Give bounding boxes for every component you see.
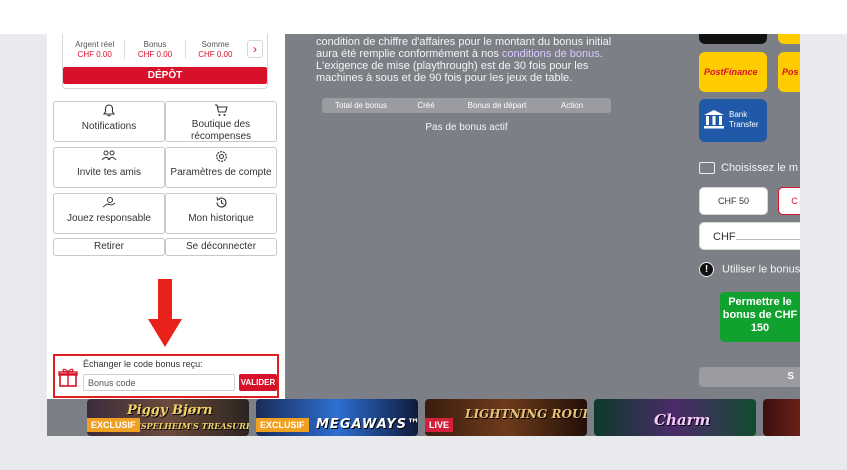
column-header: Total de bonus [334,101,388,110]
balance-label: Argent réel [75,40,115,49]
use-bonus-label: Utiliser le bonus [722,263,800,276]
cart-icon [166,104,276,118]
game-tile-piggy-bjorn[interactable]: Piggy Bjørn MUSPELHEIM'S TREASURE EXCLUS… [87,399,249,436]
info-exclamation-icon: ! [699,262,714,277]
bonus-conditions-link[interactable]: conditions de bonus [502,48,600,60]
postfinance-tile[interactable]: PostFinance [699,52,767,92]
game-title: MEGAWAYS™ [316,417,418,432]
column-header: Créé [417,101,435,110]
bonus-code-box: Échanger le code bonus reçu: VALIDER [53,354,279,398]
balance-value: CHF 0.00 [77,50,112,59]
choose-amount-heading: Choisissez le m [699,162,799,175]
game-tile-partial[interactable] [763,399,800,436]
custom-amount-input[interactable]: CHF [699,222,800,250]
input-underline [736,239,800,240]
balance-box: Argent réel CHF 0.00 Bonus CHF 0.00 Somm… [62,34,268,89]
tile-label: Paramètres de compte [170,167,272,178]
amount-option-50[interactable]: CHF 50 [699,187,768,215]
gift-icon [58,368,78,387]
bank-transfer-label: Bank Transfer [729,110,759,130]
bonus-code-label: Échanger le code bonus reçu: [83,359,203,369]
bonus-code-input[interactable] [83,374,235,391]
game-title: LIGHTNING ROULETTE [465,407,587,421]
account-menu-panel: Argent réel CHF 0.00 Bonus CHF 0.00 Somm… [47,34,285,399]
account-settings-button[interactable]: Paramètres de compte [165,147,277,188]
amount-option-selected[interactable]: C [778,187,800,215]
currency-label: CHF [713,231,736,243]
bonus-table-header: Total de bonus Créé Bonus de départ Acti… [322,98,611,113]
history-icon [166,196,276,210]
postfinance-logo-partial: Pos [782,67,799,77]
balance-bonus: Bonus CHF 0.00 [125,40,186,59]
bank-transfer-tile[interactable]: Bank Transfer [699,99,767,142]
game-subtitle: MUSPELHEIM'S TREASURE [125,421,249,431]
bank-icon [704,110,724,129]
bonus-conditions-text: condition de chiffre d'affaires pour le … [316,36,626,84]
notifications-button[interactable]: Notifications [53,101,165,142]
game-title: Piggy Bjørn [127,403,213,418]
game-title: Charm [654,411,711,429]
responsible-gaming-button[interactable]: Jouez responsable [53,193,165,234]
balance-real: Argent réel CHF 0.00 [65,40,126,59]
chevron-right-icon[interactable]: › [247,40,263,58]
allow-bonus-button[interactable]: Permettre le bonus de CHF 150 [720,292,800,342]
bank-label-line1: Bank [729,110,748,119]
bank-label-line2: Transfer [729,120,759,129]
payment-method-tile[interactable] [778,34,800,44]
payment-method-tile[interactable] [699,34,767,44]
balance-columns: Argent réel CHF 0.00 Bonus CHF 0.00 Somm… [65,40,245,59]
balance-label: Somme [201,40,230,49]
tile-label: Invite tes amis [77,167,141,178]
invite-friends-button[interactable]: Invite tes amis [53,147,165,188]
money-icon [699,162,715,175]
submit-deposit-button[interactable]: S [699,367,800,387]
balance-sum: Somme CHF 0.00 [186,40,245,59]
balance-label: Bonus [143,40,167,49]
red-arrow-down-icon [148,279,182,347]
friends-icon [54,150,164,164]
gear-icon [166,150,276,164]
my-history-button[interactable]: Mon historique [165,193,277,234]
column-header: Bonus de départ [467,101,527,110]
tile-label: Notifications [81,121,137,132]
use-bonus-row: ! Utiliser le bonus [699,262,800,277]
casino-account-page: Piggy Bjørn MUSPELHEIM'S TREASURE EXCLUS… [47,34,800,436]
deposit-button[interactable]: DÉPÔT [63,67,267,84]
balance-value: CHF 0.00 [198,50,233,59]
choose-amount-label: Choisissez le m [721,162,799,174]
games-strip: Piggy Bjørn MUSPELHEIM'S TREASURE EXCLUS… [87,399,800,436]
logout-button[interactable]: Se déconnecter [165,238,277,256]
tile-label: Mon historique [188,213,254,224]
game-tile-charm[interactable]: Charm [594,399,756,436]
empty-state-message: Pas de bonus actif [425,122,508,133]
tile-label: Jouez responsable [67,213,151,224]
rewards-shop-button[interactable]: Boutique des récompenses [165,101,277,142]
exclusive-badge: EXCLUSIF [256,418,309,432]
tile-label: Boutique des récompenses [190,119,252,142]
column-header: Action [560,101,584,110]
live-badge: LIVE [425,418,454,432]
postfinance-logo: PostFinance [704,67,758,77]
game-tile-megaways[interactable]: MEGAWAYS™ EXCLUSIF [256,399,418,436]
validate-button[interactable]: VALIDER [239,374,277,391]
postfinance-tile-partial[interactable]: Pos [778,52,800,92]
withdraw-button[interactable]: Retirer [53,238,165,256]
bell-icon [54,104,164,118]
top-strip [0,0,847,34]
exclusive-badge: EXCLUSIF [87,418,140,432]
hand-coin-icon [54,196,164,210]
balance-value: CHF 0.00 [137,50,173,59]
game-tile-lightning-roulette[interactable]: LIGHTNING ROULETTE LIVE [425,399,587,436]
